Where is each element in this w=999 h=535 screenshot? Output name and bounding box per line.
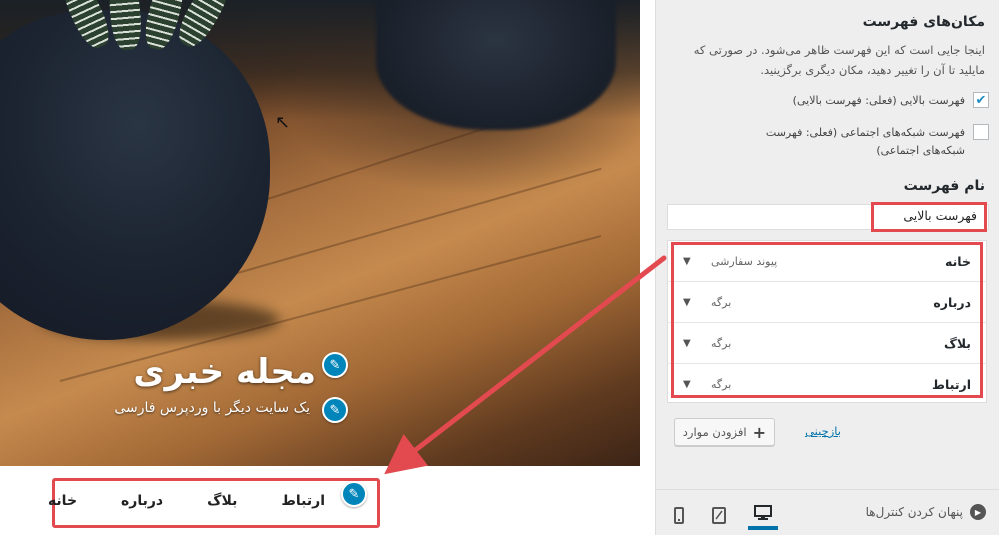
customizer-panel: مکان‌های فهرست اینجا جایی است که این فهر… — [655, 0, 999, 535]
desktop-preview-icon[interactable] — [748, 500, 778, 530]
menu-item-type: برگه — [711, 336, 732, 350]
location-checkbox-social[interactable] — [973, 124, 989, 140]
location-checkbox-top[interactable]: ✔ — [973, 92, 989, 108]
menu-item-blog[interactable]: بلاگ برگه ▼ — [667, 323, 987, 364]
menu-locations-title: مکان‌های فهرست — [862, 14, 985, 30]
menu-item-type: برگه — [711, 295, 732, 309]
header-image: ↖ ✎ مجله خبری ✎ یک سایت دیگر با وردپرس ف… — [0, 0, 640, 466]
add-items-label: افزودن موارد — [682, 425, 747, 439]
menu-item-toggle-icon[interactable]: ▼ — [683, 379, 691, 390]
edit-tagline-shortcut-icon[interactable]: ✎ — [322, 397, 348, 423]
menu-item-contact[interactable]: ارتباط برگه ▼ — [667, 364, 987, 405]
mobile-preview-icon[interactable] — [664, 500, 694, 530]
background-pot — [376, 0, 616, 130]
site-tagline: یک سایت دیگر با وردپرس فارسی — [114, 400, 310, 416]
plant-leaves — [0, 0, 260, 60]
preview-menu: خانه درباره بلاگ ارتباط — [48, 478, 380, 528]
menu-item-title: خانه — [945, 253, 971, 269]
menu-name-title: نام فهرست — [903, 178, 985, 194]
location-row-social[interactable]: فهرست شبکه‌های اجتماعی (فعلی: فهرست شبکه… — [667, 124, 989, 160]
collapse-arrow-icon: ▶ — [970, 504, 986, 520]
location-row-top[interactable]: ✔ فهرست بالایی (فعلی: فهرست بالایی) — [667, 92, 989, 110]
collapse-label: پنهان کردن کنترل‌ها — [865, 505, 963, 519]
menu-locations-description: اینجا جایی است که این فهرست ظاهر می‌شود.… — [693, 43, 985, 77]
menu-item-title: ارتباط — [932, 377, 971, 392]
add-items-button[interactable]: + افزودن موارد — [673, 418, 775, 446]
site-title: مجله خبری — [133, 352, 316, 392]
menu-item-toggle-icon[interactable]: ▼ — [683, 256, 691, 267]
menu-name-highlight — [871, 202, 987, 232]
site-preview: ↖ ✎ مجله خبری ✎ یک سایت دیگر با وردپرس ف… — [0, 0, 655, 535]
menu-item-home[interactable]: خانه پیوند سفارشی ▼ — [667, 241, 987, 282]
preview-menu-item-about[interactable]: درباره — [121, 493, 163, 509]
collapse-controls-button[interactable]: ▶ پنهان کردن کنترل‌ها — [866, 504, 986, 520]
tablet-preview-icon[interactable] — [704, 500, 734, 530]
preview-menu-item-home[interactable]: خانه — [48, 493, 77, 509]
menu-item-about[interactable]: درباره برگه ▼ — [667, 282, 987, 323]
reorder-link[interactable]: بازچینی — [805, 424, 841, 438]
menu-item-title: بلاگ — [944, 335, 971, 351]
menu-item-type: پیوند سفارشی — [711, 254, 778, 268]
mouse-cursor-icon: ↖ — [275, 112, 291, 133]
menu-item-toggle-icon[interactable]: ▼ — [683, 338, 691, 349]
location-label-social: فهرست شبکه‌های اجتماعی (فعلی: فهرست شبکه… — [765, 126, 965, 157]
panel-footer: ▶ پنهان کردن کنترل‌ها — [656, 489, 999, 535]
preview-menu-item-contact[interactable]: ارتباط — [281, 493, 325, 509]
edit-title-shortcut-icon[interactable]: ✎ — [322, 352, 348, 378]
location-label-top: فهرست بالایی (فعلی: فهرست بالایی) — [792, 94, 965, 107]
menu-item-title: درباره — [933, 294, 971, 310]
plus-icon: + — [752, 422, 766, 442]
preview-menu-item-blog[interactable]: بلاگ — [207, 493, 237, 509]
edit-menu-shortcut-icon[interactable]: ✎ — [341, 481, 367, 507]
menu-item-type: برگه — [711, 378, 732, 391]
menu-item-toggle-icon[interactable]: ▼ — [683, 297, 691, 308]
